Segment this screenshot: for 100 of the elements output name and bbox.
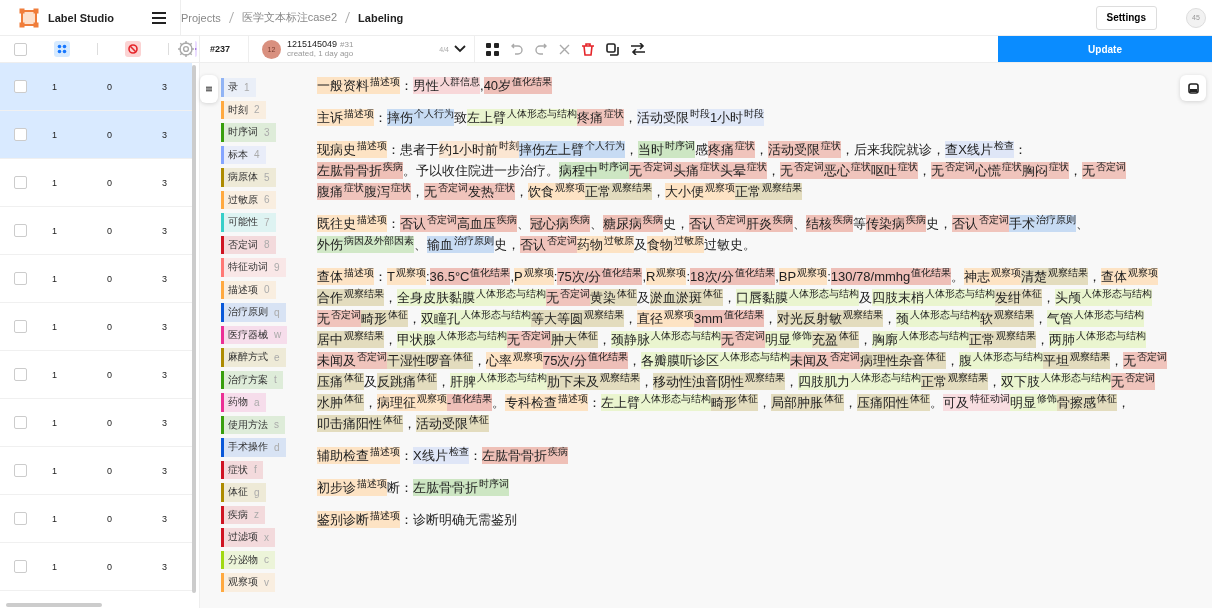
entity-highlight[interactable]: 发热$^{症状}$ [468,183,515,200]
entity-highlight[interactable]: 气管$^{人体形态与结构}$ [1046,310,1144,327]
entity-highlight[interactable]: 叩击痛阳性$^{体征}$ [317,415,403,432]
entity-highlight[interactable]: 黄染$^{体征}$ [590,289,637,306]
entity-highlight[interactable]: 肝炎$^{疾病}$ [746,215,793,232]
label-button[interactable]: 时序词 3 [221,123,276,142]
entity-highlight[interactable]: 对光反射敏$^{观察结果}$ [776,310,883,327]
entity-highlight[interactable]: 左上臂$^{人体形态与结构}$ [601,394,712,411]
entity-highlight[interactable]: 双瞳孔$^{人体形态与结构}$ [421,310,531,327]
entity-highlight[interactable]: 腹泻$^{症状}$ [364,183,411,200]
entity-highlight[interactable]: 骨擦感$^{体征}$ [1057,394,1118,411]
entity-highlight[interactable]: 1小时$^{时段}$ [710,109,765,126]
entity-highlight[interactable]: 全身皮肤黏膜$^{人体形态与结构}$ [397,289,546,306]
entity-highlight[interactable]: 反跳痛$^{体征}$ [377,373,437,390]
entity-highlight[interactable]: -$^{值化结果}$ [447,394,493,411]
entity-highlight[interactable]: 鉴别诊断$^{描述项}$ [317,511,400,528]
entity-highlight[interactable]: T$^{观察项}$ [387,268,426,285]
label-button[interactable]: 录 1 [221,78,256,97]
entity-highlight[interactable]: 淤血淤斑$^{体征}$ [650,289,723,306]
entity-highlight[interactable]: 主诉$^{描述项}$ [317,109,374,126]
entity-highlight[interactable]: 查体$^{观察项}$ [1101,268,1159,285]
entity-highlight[interactable]: 左肱骨骨折$^{疾病}$ [481,447,568,464]
entity-highlight[interactable]: 专科检查$^{描述项}$ [505,394,589,411]
label-button[interactable]: 描述项 0 [221,280,276,299]
entity-highlight[interactable]: 心慌$^{症状}$ [975,162,1022,179]
entity-highlight[interactable]: 查X线片$^{检查}$ [945,141,1014,158]
breadcrumb-link[interactable]: 医学文本标注case2 [241,10,338,25]
entity-highlight[interactable]: 恶心$^{症状}$ [824,162,871,179]
label-button[interactable]: 否定词 8 [221,235,276,254]
entity-highlight[interactable]: 病理征$^{观察项}$ [377,394,447,411]
entity-highlight[interactable]: 无$^{否定词}$ [780,162,824,179]
label-button[interactable]: 治疗原则 q [221,303,286,322]
label-button[interactable]: 药物 a [221,393,266,412]
entity-highlight[interactable]: 药物$^{过敏原}$ [577,236,634,253]
entity-highlight[interactable]: 75次/分$^{值化结果}$ [543,352,629,369]
label-button[interactable]: 标本 4 [221,145,266,164]
entity-highlight[interactable]: 水肿$^{体征}$ [317,394,364,411]
entity-highlight[interactable]: 移动性浊音阴性$^{观察结果}$ [653,373,785,390]
entity-highlight[interactable]: 一般资料$^{描述项}$ [317,77,400,94]
label-button[interactable]: 病原体 5 [221,168,276,187]
entity-highlight[interactable]: 36.5°C$^{值化结果}$ [429,268,511,285]
entity-highlight[interactable]: 左肱骨骨折$^{时序词}$ [413,479,509,496]
entity-highlight[interactable]: 等大等圆$^{观察结果}$ [531,310,624,327]
entity-highlight[interactable]: 未闻及$^{否定词}$ [317,352,387,369]
entity-highlight[interactable]: 大小便$^{观察项}$ [665,183,735,200]
entity-highlight[interactable]: 疼痛$^{症状}$ [577,109,624,126]
label-button[interactable]: 时刻 2 [221,100,266,119]
label-button[interactable]: 疾病 z [221,505,265,524]
entity-highlight[interactable]: 颈静脉$^{人体形态与结构}$ [611,331,721,348]
entity-highlight[interactable]: 活动受限$^{时段}$ [637,109,710,126]
task-row[interactable]: 1 0 3 [0,63,192,111]
entity-highlight[interactable]: 四肢末梢$^{人体形态与结构}$ [872,289,995,306]
label-button[interactable]: 手术操作 d [221,438,286,457]
entity-highlight[interactable]: 外伤$^{病因及外部因素}$ [317,236,414,253]
entity-highlight[interactable]: 清楚$^{观察结果}$ [1021,268,1089,285]
entity-highlight[interactable]: 无$^{否定词}$ [546,289,590,306]
entity-highlight[interactable]: 无$^{否定词}$ [1123,352,1168,369]
label-button[interactable]: 使用方法 s [221,415,285,434]
entity-highlight[interactable]: 胸闷$^{症状}$ [1022,162,1069,179]
entity-highlight[interactable]: 活动受限$^{体征}$ [416,415,489,432]
entity-highlight[interactable]: 输血$^{治疗原则}$ [427,236,494,253]
entity-highlight[interactable]: 肝脾$^{人体形态与结构}$ [450,373,547,390]
entity-highlight[interactable]: 否认$^{否定词}$ [952,215,1009,232]
entity-highlight[interactable]: 头晕$^{症状}$ [720,162,767,179]
entity-highlight[interactable]: 75次/分$^{值化结果}$ [557,268,643,285]
entity-highlight[interactable]: 既往史$^{描述项}$ [317,215,387,232]
entity-highlight[interactable]: 无$^{否定词}$ [629,162,673,179]
entity-highlight[interactable]: 四肢肌力$^{人体形态与结构}$ [798,373,921,390]
entity-highlight[interactable]: 正常$^{观察结果}$ [735,183,802,200]
entity-highlight[interactable]: 约1小时前$^{时刻}$ [439,141,520,158]
entity-highlight[interactable]: 腹$^{人体形态与结构}$ [959,352,1044,369]
entity-highlight[interactable]: 男性$^{人群信息}$ [413,77,480,94]
entity-highlight[interactable]: 软$^{观察结果}$ [979,310,1034,327]
entity-highlight[interactable]: 饮食$^{观察项}$ [528,183,585,200]
entity-highlight[interactable]: 头颅$^{人体形态与结构}$ [1055,289,1152,306]
entity-highlight[interactable]: 食物$^{过敏原}$ [647,236,704,253]
entity-highlight[interactable]: 肋下未及$^{观察结果}$ [547,373,640,390]
entity-highlight[interactable]: 高血压$^{疾病}$ [457,215,517,232]
entity-highlight[interactable]: 否认$^{否定词}$ [400,215,457,232]
entity-highlight[interactable]: 正常$^{观察结果}$ [585,183,652,200]
label-button[interactable]: 分泌物 c [221,550,275,569]
entity-highlight[interactable]: 否认$^{否定词}$ [520,236,577,253]
label-button[interactable]: 特征动词 9 [221,258,286,277]
entity-highlight[interactable]: 冠心病$^{疾病}$ [530,215,590,232]
entity-highlight[interactable]: 3mm$^{值化结果}$ [694,310,764,327]
entity-highlight[interactable]: 明显$^{修饰}$ [765,331,812,348]
entity-highlight[interactable]: 局部肿胀$^{体征}$ [771,394,845,411]
entity-highlight[interactable]: 腹痛$^{症状}$ [317,183,364,200]
entity-highlight[interactable]: 130/78/mmhg$^{值化结果}$ [830,268,952,285]
entity-highlight[interactable]: 当时$^{时序词}$ [638,141,696,158]
entity-highlight[interactable]: 心率$^{观察项}$ [486,352,543,369]
entity-highlight[interactable]: 无$^{否定词}$ [931,162,975,179]
entity-highlight[interactable]: 初步诊$^{描述项}$ [317,479,387,496]
entity-highlight[interactable]: 无$^{否定词}$ [1111,373,1155,390]
settings-button[interactable]: Settings [1095,5,1157,30]
entity-highlight[interactable]: 现病史$^{描述项}$ [317,141,387,158]
entity-highlight[interactable]: 无$^{否定词}$ [317,310,361,327]
entity-highlight[interactable]: 可及$^{特征动词}$ [943,394,1011,411]
entity-highlight[interactable]: 干湿性啰音$^{体征}$ [387,352,473,369]
entity-highlight[interactable]: 左上臂$^{人体形态与结构}$ [467,109,577,126]
